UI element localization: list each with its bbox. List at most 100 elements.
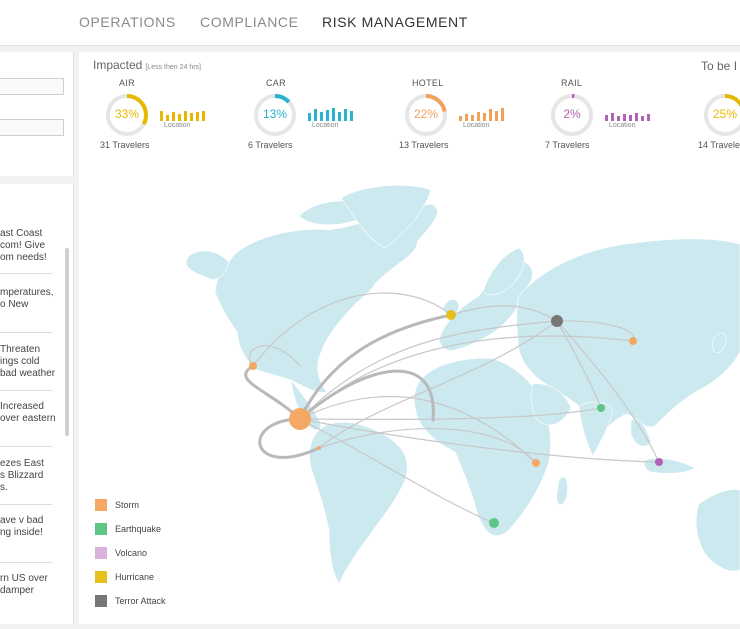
location-bar — [338, 112, 341, 121]
top-navigation: OPERATIONS COMPLIANCE RISK MANAGEMENT — [0, 0, 740, 46]
location-bar-chart — [308, 108, 353, 121]
australia-landmass — [695, 489, 740, 572]
legend-label: Hurricane — [115, 572, 155, 582]
location-bar — [629, 115, 632, 121]
kpi-travelers: 7 Travelers — [545, 140, 590, 150]
tab-compliance[interactable]: COMPLIANCE — [200, 14, 299, 30]
news-item[interactable]: ezes East s Blizzard s. — [0, 458, 56, 494]
location-bar — [320, 112, 323, 121]
location-label: Location — [312, 122, 339, 129]
location-bar — [190, 113, 193, 121]
news-item[interactable]: rn US over damper — [0, 573, 56, 597]
hurricane-swatch — [95, 571, 107, 583]
storm-marker — [629, 337, 637, 345]
location-bar — [314, 109, 317, 121]
location-bar — [617, 116, 620, 121]
legend-label: Earthquake — [115, 524, 162, 534]
kpi-travelers: 31 Travelers — [100, 140, 150, 150]
news-divider — [0, 562, 52, 563]
location-bar — [605, 115, 608, 121]
tab-risk-management[interactable]: RISK MANAGEMENT — [322, 14, 468, 30]
kpi-label: RAIL — [561, 78, 583, 88]
location-label: Location — [609, 122, 636, 129]
location-bar — [501, 108, 504, 121]
legend-label: Volcano — [115, 548, 148, 558]
filter-field-2[interactable] — [0, 119, 64, 136]
impacted-title: Impacted — [93, 58, 143, 72]
location-label: Location — [164, 122, 191, 129]
kpi-percent: 33% — [114, 107, 140, 121]
location-bar — [647, 114, 650, 121]
route-hub-line — [298, 369, 435, 422]
location-bar — [489, 109, 492, 121]
location-bar — [459, 116, 462, 121]
kpi-travelers: 6 Travelers — [248, 140, 293, 150]
location-bar — [471, 115, 474, 121]
storm-marker — [532, 459, 540, 467]
news-item[interactable]: ast Coast com! Give om needs! — [0, 228, 56, 264]
news-divider — [0, 390, 52, 391]
world-risk-map[interactable] — [79, 180, 740, 624]
news-item[interactable]: mperatures, o New — [0, 287, 56, 311]
africa-landmass — [413, 357, 551, 536]
tab-operations[interactable]: OPERATIONS — [79, 14, 176, 30]
location-bar — [332, 108, 335, 121]
kpi-label: CAR — [266, 78, 286, 88]
storm-marker — [249, 362, 257, 370]
news-divider — [0, 332, 52, 333]
location-bar — [308, 113, 311, 121]
location-bar-chart — [160, 111, 205, 121]
risk-main-panel: Impacted [Less then 24 hrs] To be I AIR 3… — [79, 52, 740, 624]
kpi-travelers: 13 Travelers — [399, 140, 449, 150]
kpi-percent: 13% — [262, 107, 288, 121]
location-bar-chart — [605, 113, 650, 121]
news-item[interactable]: Threaten ings cold bad weather — [0, 344, 56, 380]
landmass — [185, 185, 740, 585]
location-bar — [166, 115, 169, 121]
news-divider — [0, 446, 52, 447]
location-bar-chart — [459, 108, 504, 121]
location-bar — [172, 112, 175, 121]
india-landmass — [578, 401, 614, 457]
filter-field-1[interactable] — [0, 78, 64, 95]
location-bar — [477, 112, 480, 121]
location-bar — [160, 111, 163, 121]
news-divider — [0, 273, 52, 274]
indonesia-landmass — [643, 458, 696, 474]
storm-marker — [317, 446, 321, 450]
north-america-landmass — [214, 203, 438, 393]
madagascar-landmass — [556, 476, 568, 505]
location-bar — [196, 112, 199, 121]
news-item[interactable]: Increased over eastern — [0, 401, 56, 425]
earthquake-marker — [597, 404, 605, 412]
impacted-heading: Impacted [Less then 24 hrs] — [93, 58, 201, 72]
location-bar — [184, 111, 187, 121]
location-bar — [326, 110, 329, 121]
volcano-swatch — [95, 547, 107, 559]
kpi-percent: 22% — [413, 107, 439, 121]
location-bar — [350, 111, 353, 121]
news-item[interactable]: ave v bad ng inside! — [0, 515, 56, 539]
terror-attack-marker — [551, 315, 563, 327]
kpi-label: HOTEL — [412, 78, 444, 88]
location-label: Location — [463, 122, 490, 129]
hurricane-marker — [446, 310, 456, 320]
kpi-travelers: 14 Travele — [698, 140, 740, 150]
earthquake-marker — [489, 518, 499, 528]
location-bar — [178, 114, 181, 121]
storm-swatch — [95, 499, 107, 511]
location-bar — [495, 111, 498, 121]
location-bar — [465, 114, 468, 121]
location-bar — [641, 116, 644, 121]
to-be-impacted-heading: To be I — [701, 59, 738, 73]
earthquake-swatch — [95, 523, 107, 535]
location-bar — [623, 114, 626, 121]
kpi-percent: 2% — [563, 107, 581, 121]
terror-attack-swatch — [95, 595, 107, 607]
location-bar — [483, 113, 486, 121]
location-bar — [611, 113, 614, 121]
filter-panel — [0, 52, 74, 176]
news-feed-panel: ast Coast com! Give om needs! mperatures… — [0, 184, 74, 624]
location-bar — [202, 111, 205, 121]
news-scrollbar[interactable] — [65, 248, 69, 436]
